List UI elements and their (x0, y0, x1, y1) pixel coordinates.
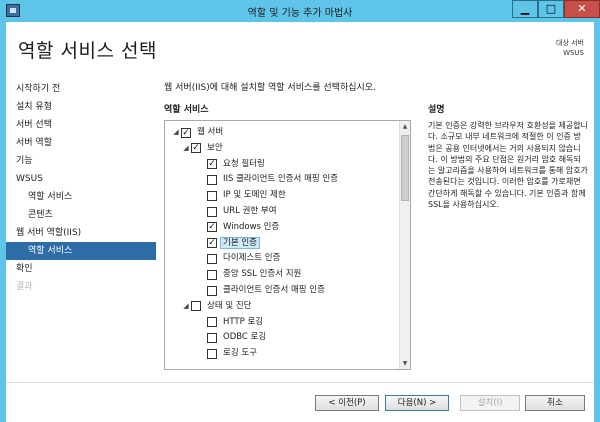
tree-node[interactable]: ◢ ✓ 웹 서버 (171, 125, 225, 140)
tree-node-label: URL 권한 부여 (223, 206, 277, 216)
wizard-step-item[interactable]: 기능 (6, 152, 156, 170)
description-text: 기본 인증은 강력한 브라우저 호환성을 제공합니다. 소규모 내부 네트워크에… (428, 121, 588, 210)
tree-node[interactable]: 중앙 SSL 인증서 지원 (207, 267, 303, 282)
tree-node[interactable]: ✓ 요청 필터링 (207, 157, 267, 172)
scroll-down-icon[interactable]: ▼ (400, 358, 410, 369)
wizard-step-item[interactable]: 서버 역할 (6, 134, 156, 152)
instruction-text: 웹 서버(IIS)에 대해 설치할 역할 서비스를 선택하십시오. (164, 83, 376, 93)
tree-scrollbar[interactable]: ▲ ▼ (399, 121, 410, 369)
wizard-step-item[interactable]: WSUS (6, 170, 156, 188)
tree-node[interactable]: 로깅 도구 (207, 346, 259, 361)
tree-node-label: 클라이언트 인증서 매핑 인증 (223, 285, 325, 295)
page-title: 역할 서비스 선택 (18, 40, 157, 62)
install-button[interactable]: 설치(I) (460, 395, 520, 411)
maximize-button[interactable]: □ (538, 0, 564, 18)
wizard-step-item[interactable]: 콘텐츠 (6, 206, 156, 224)
expand-collapse-icon[interactable]: ◢ (181, 299, 191, 314)
tree-node-checkbox[interactable]: ✓ (207, 238, 217, 249)
tree-node-label: 웹 서버 (197, 127, 224, 137)
tree-node-checkbox[interactable] (207, 269, 217, 280)
destination-server: 대상 서버 WSUS (556, 38, 584, 58)
tree-node-checkbox[interactable]: ✓ (191, 143, 201, 154)
minimize-button[interactable]: ▁ (512, 0, 538, 18)
destination-server-name: WSUS (563, 49, 584, 57)
destination-server-label: 대상 서버 (556, 39, 584, 47)
tree-node-label: Windows 인증 (223, 221, 280, 232)
tree-node[interactable]: 다이제스트 인증 (207, 251, 282, 266)
tree-node-label: 상태 및 진단 (207, 300, 252, 311)
tree-node[interactable]: IP 및 도메인 제한 (207, 188, 288, 203)
tree-node[interactable]: ✓ 기본 인증 (207, 236, 260, 251)
tree-node[interactable]: 클라이언트 인증서 매핑 인증 (207, 283, 327, 298)
wizard-body: 역할 서비스 선택 대상 서버 WSUS 시작하기 전 설치 유형 서버 선택 서버 … (6, 22, 594, 422)
expand-collapse-icon[interactable]: ◢ (181, 141, 191, 156)
role-services-tree[interactable]: ▲ ▼ ◢ ✓ 웹 서버 ◢ ✓ 보안 ✓ 요청 필터링 IIS 클라이언트 인증서 매핑 인증… (164, 120, 411, 370)
wizard-step-item[interactable]: 웹 서버 역할(IIS) (6, 224, 156, 242)
tree-node-checkbox[interactable] (207, 206, 217, 217)
wizard-step-item[interactable]: 역할 서비스 (6, 188, 156, 206)
tree-node-label: HTTP 로깅 (223, 316, 264, 327)
tree-node-label: 보안 (207, 142, 223, 153)
tree-node-label: 로깅 도구 (223, 348, 257, 359)
tree-node-label: 중앙 SSL 인증서 지원 (223, 269, 302, 280)
description-heading: 설명 (428, 105, 445, 115)
tree-node[interactable]: HTTP 로깅 (207, 315, 265, 330)
tree-node-label: IIS 클라이언트 인증서 매핑 인증 (223, 174, 339, 185)
tree-node[interactable]: ◢ ✓ 보안 (181, 141, 225, 156)
tree-node[interactable]: ✓ Windows 인증 (207, 220, 281, 235)
tree-node-label: ODBC 로깅 (223, 332, 267, 343)
wizard-step-item[interactable]: 설치 유형 (6, 98, 156, 116)
tree-node-checkbox[interactable] (207, 348, 217, 359)
wizard-step-nav: 시작하기 전 설치 유형 서버 선택 서버 역할 기능 WSUS 역할 서비스 콘텐츠 웹 서버… (6, 80, 156, 296)
cancel-button[interactable]: 취소 (525, 395, 585, 411)
title-bar: 역할 및 기능 추가 마법사 ▁ □ ✕ (0, 0, 600, 22)
tree-node-checkbox[interactable] (207, 332, 217, 343)
tree-node-checkbox[interactable] (207, 253, 217, 264)
tree-node-checkbox[interactable]: ✓ (207, 222, 217, 233)
close-button[interactable]: ✕ (564, 0, 600, 18)
wizard-step-item[interactable]: 역할 서비스 (6, 242, 156, 260)
tree-node-checkbox[interactable] (207, 285, 217, 296)
main-content: 웹 서버(IIS)에 대해 설치할 역할 서비스를 선택하십시오. 역할 서비스… (164, 80, 588, 370)
tree-node-checkbox[interactable] (207, 190, 217, 201)
expand-collapse-icon[interactable]: ◢ (171, 125, 181, 140)
role-services-heading: 역할 서비스 (164, 105, 209, 115)
wizard-step-item: 결과 (16, 282, 33, 292)
tree-node-label: 다이제스트 인증 (223, 253, 281, 264)
tree-node-checkbox[interactable] (191, 301, 201, 312)
previous-button[interactable]: < 이전(P) (315, 395, 379, 411)
tree-node[interactable]: IIS 클라이언트 인증서 매핑 인증 (207, 172, 340, 187)
tree-node[interactable]: URL 권한 부여 (207, 204, 279, 219)
tree-node-label: IP 및 도메인 제한 (223, 190, 286, 201)
tree-node-checkbox[interactable] (207, 317, 217, 328)
tree-node-checkbox[interactable]: ✓ (207, 159, 217, 170)
footer-divider (6, 382, 594, 383)
wizard-step-item[interactable]: 시작하기 전 (6, 80, 156, 98)
tree-node-label: 요청 필터링 (223, 158, 265, 169)
tree-node[interactable]: ODBC 로깅 (207, 330, 268, 345)
next-button[interactable]: 다음(N) > (385, 395, 449, 411)
tree-node-label: 기본 인증 (220, 236, 260, 249)
wizard-step-item[interactable]: 서버 선택 (6, 116, 156, 134)
tree-node[interactable]: ◢ 상태 및 진단 (181, 299, 254, 314)
tree-node-checkbox[interactable] (207, 174, 217, 185)
wizard-step-item[interactable]: 확인 (6, 260, 156, 278)
scroll-up-icon[interactable]: ▲ (400, 121, 410, 132)
window-title: 역할 및 기능 추가 마법사 (247, 8, 353, 19)
scroll-thumb[interactable] (401, 135, 409, 201)
tree-node-checkbox[interactable]: ✓ (181, 127, 191, 138)
